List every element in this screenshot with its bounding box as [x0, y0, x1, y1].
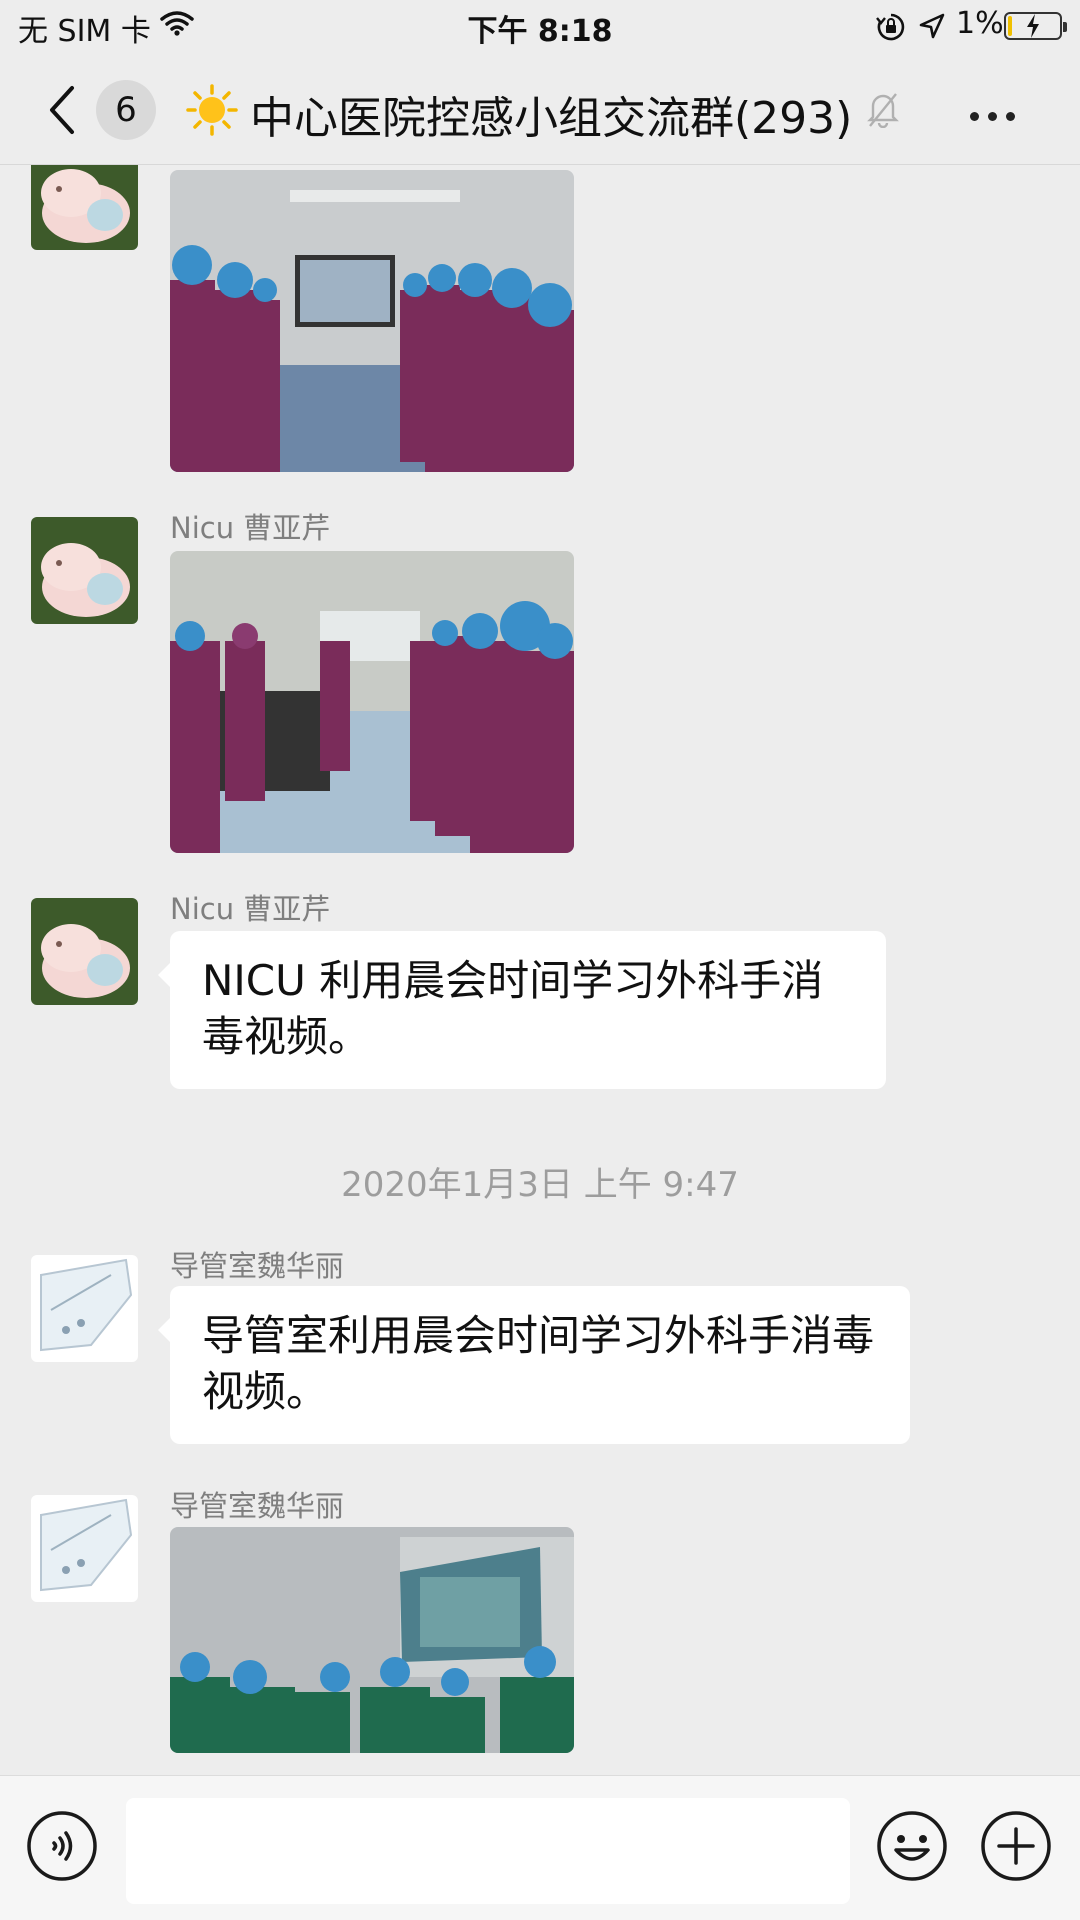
chat-image-3[interactable]	[170, 1527, 574, 1753]
pig-avatar[interactable]	[31, 898, 138, 1005]
chat-image-2[interactable]	[170, 551, 574, 853]
sketch-avatar[interactable]	[31, 1255, 138, 1362]
battery-level-fill	[1008, 16, 1012, 36]
timestamp-divider: 2020年1月3日 上午 9:47	[341, 1165, 739, 1205]
sketch-avatar[interactable]	[31, 1495, 138, 1602]
battery-icon	[1004, 12, 1067, 40]
plus-circle-icon[interactable]	[980, 1810, 1052, 1886]
bell-slash-icon	[866, 90, 900, 132]
message-bubble[interactable]: 导管室利用晨会时间学习外科手消毒视频。	[158, 1286, 910, 1444]
chat-screen: 无 SIM 卡 下午 8:18 1% 6 中心医院控感小组交流群(293) Ni…	[0, 0, 1080, 1920]
status-bar: 无 SIM 卡 下午 8:18 1%	[0, 0, 1080, 56]
sender-name: Nicu 曹亚芹	[170, 511, 331, 545]
more-dots-icon[interactable]	[970, 106, 1024, 125]
sender-name: Nicu 曹亚芹	[170, 892, 331, 926]
battery-percent: 1%	[956, 6, 1004, 41]
emoji-icon[interactable]	[876, 1810, 948, 1886]
sender-name: 导管室魏华丽	[170, 1489, 345, 1523]
chat-title: 中心医院控感小组交流群(293)	[250, 93, 853, 144]
chat-header: 6 中心医院控感小组交流群(293)	[0, 56, 1080, 164]
voice-icon[interactable]	[26, 1810, 98, 1886]
charging-bolt-icon	[1024, 12, 1042, 44]
sun-emoji-icon	[186, 84, 238, 140]
unread-count-badge[interactable]: 6	[96, 80, 156, 140]
input-bar	[0, 1775, 1080, 1920]
message-bubble[interactable]: NICU 利用晨会时间学习外科手消毒视频。	[158, 931, 886, 1089]
chevron-left-icon[interactable]	[46, 84, 76, 140]
sender-name: 导管室魏华丽	[170, 1249, 345, 1283]
message-list: Nicu 曹亚芹 Nicu 曹亚芹 NICU 利用晨会时间学习外科手消毒视频。 …	[0, 165, 1080, 1775]
pig-avatar[interactable]	[31, 165, 138, 250]
message-input[interactable]	[126, 1798, 850, 1904]
location-arrow-icon	[918, 12, 946, 44]
rotation-lock-icon	[876, 12, 906, 46]
chat-image-1[interactable]	[170, 170, 574, 472]
pig-avatar[interactable]	[31, 517, 138, 624]
